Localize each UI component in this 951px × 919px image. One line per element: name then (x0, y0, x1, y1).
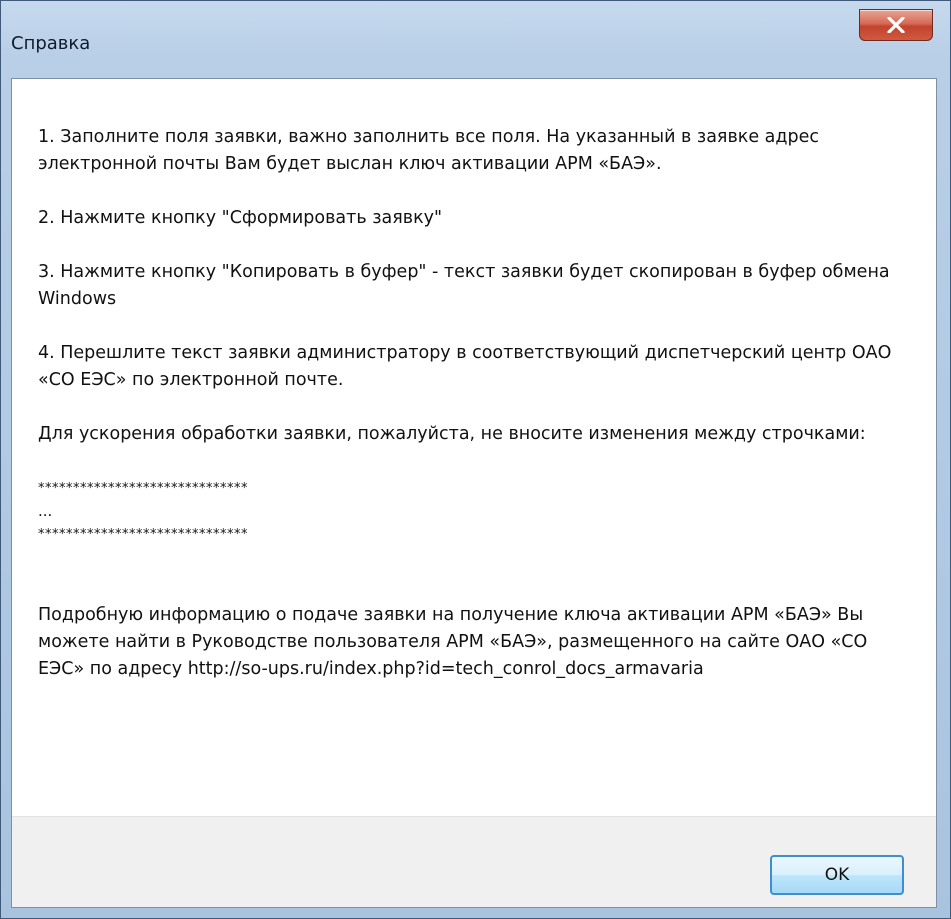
info-text: Подробную информацию о подаче заявки на … (38, 605, 868, 679)
help-text: 1. Заполните поля заявки, важно заполнит… (38, 124, 916, 710)
separator-bottom: ****************************** (38, 527, 248, 542)
dialog-content-area: 1. Заполните поля заявки, важно заполнит… (11, 78, 937, 908)
ellipsis-text: ... (38, 502, 53, 520)
note-text: Для ускорения обработки заявки, пожалуйс… (38, 424, 866, 444)
dialog-footer: OK (12, 816, 936, 907)
ok-button[interactable]: OK (770, 855, 904, 895)
separator-top: ****************************** (38, 481, 248, 496)
step-3-text: 3. Нажмите кнопку "Копировать в буфер" -… (38, 262, 890, 309)
title-bar[interactable]: Справка (1, 1, 950, 81)
help-dialog-window: Справка 1. Заполните поля заявки, важно … (0, 0, 951, 919)
close-icon (887, 17, 905, 33)
window-title: Справка (11, 33, 91, 54)
step-2-text: 2. Нажмите кнопку "Сформировать заявку" (38, 208, 443, 228)
step-1-text: 1. Заполните поля заявки, важно заполнит… (38, 127, 819, 174)
step-4-text: 4. Перешлите текст заявки администратору… (38, 343, 892, 390)
close-button[interactable] (859, 9, 933, 41)
